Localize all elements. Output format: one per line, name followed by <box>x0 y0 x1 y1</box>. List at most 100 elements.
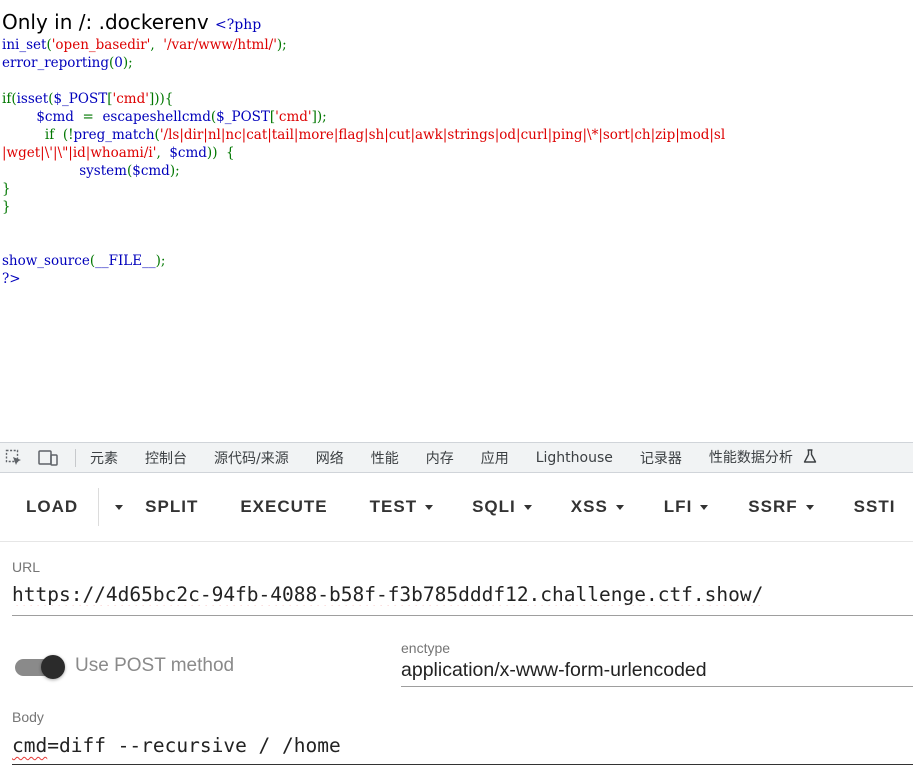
ssrf-menu-button[interactable]: SSRF <box>748 497 814 517</box>
php-source-view: Only in /: .dockerenv <?php ini_set('ope… <box>0 0 913 442</box>
tab-application[interactable]: 应用 <box>468 448 523 468</box>
code-token: ); <box>155 253 166 269</box>
sqli-menu-button[interactable]: SQLI <box>472 497 532 517</box>
code-token: error_reporting <box>2 55 109 71</box>
code-token: system <box>79 163 127 179</box>
chevron-down-icon <box>425 504 434 510</box>
tab-memory[interactable]: 内存 <box>413 448 468 468</box>
code-token: ); <box>169 163 180 179</box>
enctype-select[interactable]: application/x-www-form-urlencoded <box>401 659 707 682</box>
code-token: $_POST <box>216 109 270 125</box>
code-token: } <box>2 199 11 215</box>
code-token: show_source <box>2 253 90 269</box>
code-line: error_reporting(0); <box>2 54 725 72</box>
url-input[interactable]: https://4d65bc2c-94fb-4088-b58f-f3b785dd… <box>12 583 912 606</box>
code-token: escapeshellcmd <box>102 109 211 125</box>
split-button[interactable]: SPLIT <box>145 497 198 517</box>
code-token: 'open_basedir' <box>51 37 151 53</box>
command-output: Only in /: .dockerenv <box>2 10 209 34</box>
code-token: ); <box>122 55 133 71</box>
tab-elements[interactable]: 元素 <box>86 448 132 468</box>
tab-performance[interactable]: 性能 <box>358 448 413 468</box>
code-token: |wget|\'|\"|id|whoami/i' <box>2 145 157 161</box>
device-toolbar-icon[interactable] <box>37 447 59 469</box>
chevron-down-icon <box>115 504 124 510</box>
load-button-label: LOAD <box>26 497 79 516</box>
code-token: ]); <box>311 109 327 125</box>
code-line: ?> <box>2 270 725 288</box>
url-label: URL <box>12 559 41 575</box>
code-line: } <box>2 180 725 198</box>
xss-menu-label: XSS <box>570 497 608 516</box>
code-token: if( <box>2 91 17 107</box>
ssti-menu-button[interactable]: SSTI <box>854 497 896 517</box>
tab-performance-insights-label: 性能数据分析 <box>708 450 793 466</box>
code-line: ini_set('open_basedir', '/var/www/html/'… <box>2 36 725 54</box>
experiment-flask-icon <box>803 449 817 468</box>
ssti-menu-label: SSTI <box>853 497 896 516</box>
body-input-underline <box>12 764 913 765</box>
code-token: $cmd <box>36 109 83 125</box>
code-token: , <box>156 145 170 161</box>
load-button[interactable]: LOAD <box>26 497 78 517</box>
code-token: ?> <box>2 271 21 287</box>
chevron-down-icon <box>805 504 814 510</box>
source-heading: Only in /: .dockerenv <?php <box>2 10 261 34</box>
url-input-underline <box>12 615 913 616</box>
code-token: '/ls|dir|nl|nc|cat|tail|more|flag|sh|cut… <box>159 127 726 143</box>
post-method-label: Use POST method <box>75 655 235 676</box>
code-token: $_POST <box>53 91 108 107</box>
code-token: ])){ <box>148 91 174 107</box>
tab-performance-insights[interactable]: 性能数据分析 <box>696 447 831 468</box>
tab-sources[interactable]: 源代码/来源 <box>201 448 303 468</box>
code-line: if(isset($_POST['cmd'])){ <box>2 90 725 108</box>
chevron-down-icon <box>523 504 532 510</box>
code-line: $cmd = escapeshellcmd($_POST['cmd']); <box>2 108 725 126</box>
code-line: if (!preg_match('/ls|dir|nl|nc|cat|tail|… <box>2 126 725 144</box>
chevron-down-icon <box>615 504 624 510</box>
tab-console[interactable]: 控制台 <box>132 448 201 468</box>
code-token: 0 <box>114 55 123 71</box>
load-options-button[interactable] <box>105 504 133 510</box>
lfi-menu-label: LFI <box>663 497 693 516</box>
code-token: )) { <box>206 145 235 161</box>
code-line: show_source(__FILE__); <box>2 252 725 270</box>
code-token: $cmd <box>169 145 207 161</box>
lfi-menu-button[interactable]: LFI <box>664 497 709 517</box>
tab-network[interactable]: 网络 <box>303 448 358 468</box>
code-token: = <box>82 109 103 125</box>
body-label: Body <box>12 709 44 725</box>
code-token: if <box>44 127 63 143</box>
code-token: '/var/www/html/' <box>163 37 277 53</box>
code-token: 'cmd' <box>275 109 312 125</box>
tab-recorder[interactable]: 记录器 <box>627 448 696 468</box>
xss-menu-button[interactable]: XSS <box>571 497 624 517</box>
php-open-tag: <?php <box>215 17 262 33</box>
code-token: ); <box>276 37 287 53</box>
code-token: isset <box>16 91 49 107</box>
code-token: 'cmd' <box>112 91 149 107</box>
inspect-element-icon[interactable] <box>3 447 25 469</box>
php-code-block: ini_set('open_basedir', '/var/www/html/'… <box>2 36 725 288</box>
execute-button[interactable]: EXECUTE <box>240 497 327 517</box>
code-token: (! <box>62 127 74 143</box>
hackbar-toolbar: LOAD SPLIT EXECUTE TEST SQLI XSS LFI SSR… <box>0 473 913 542</box>
tab-lighthouse[interactable]: Lighthouse <box>523 450 627 466</box>
code-token: __FILE__ <box>95 253 156 269</box>
devtools-divider <box>75 448 76 467</box>
enctype-label: enctype <box>401 640 451 656</box>
body-key: cmd <box>12 734 48 757</box>
body-input[interactable]: cmd=diff --recursive / /home <box>12 734 912 757</box>
post-method-toggle[interactable] <box>15 655 65 679</box>
split-button-label: SPLIT <box>145 497 199 516</box>
test-menu-button[interactable]: TEST <box>370 497 434 517</box>
execute-button-label: EXECUTE <box>240 497 328 516</box>
ssrf-menu-label: SSRF <box>748 497 798 516</box>
code-token: preg_match <box>73 127 155 143</box>
code-token: } <box>2 181 11 197</box>
